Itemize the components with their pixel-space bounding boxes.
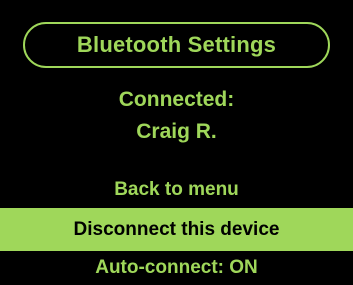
auto-connect-toggle-item[interactable]: Auto-connect: ON (0, 254, 353, 282)
bluetooth-settings-screen: Bluetooth Settings Connected: Craig R. B… (0, 0, 353, 285)
connected-device-name: Craig R. (136, 120, 217, 143)
connection-status-label: Connected: (118, 88, 235, 111)
back-to-menu-item[interactable]: Back to menu (0, 176, 353, 204)
disconnect-device-item[interactable]: Disconnect this device (0, 208, 353, 251)
page-title: Bluetooth Settings (23, 22, 330, 68)
